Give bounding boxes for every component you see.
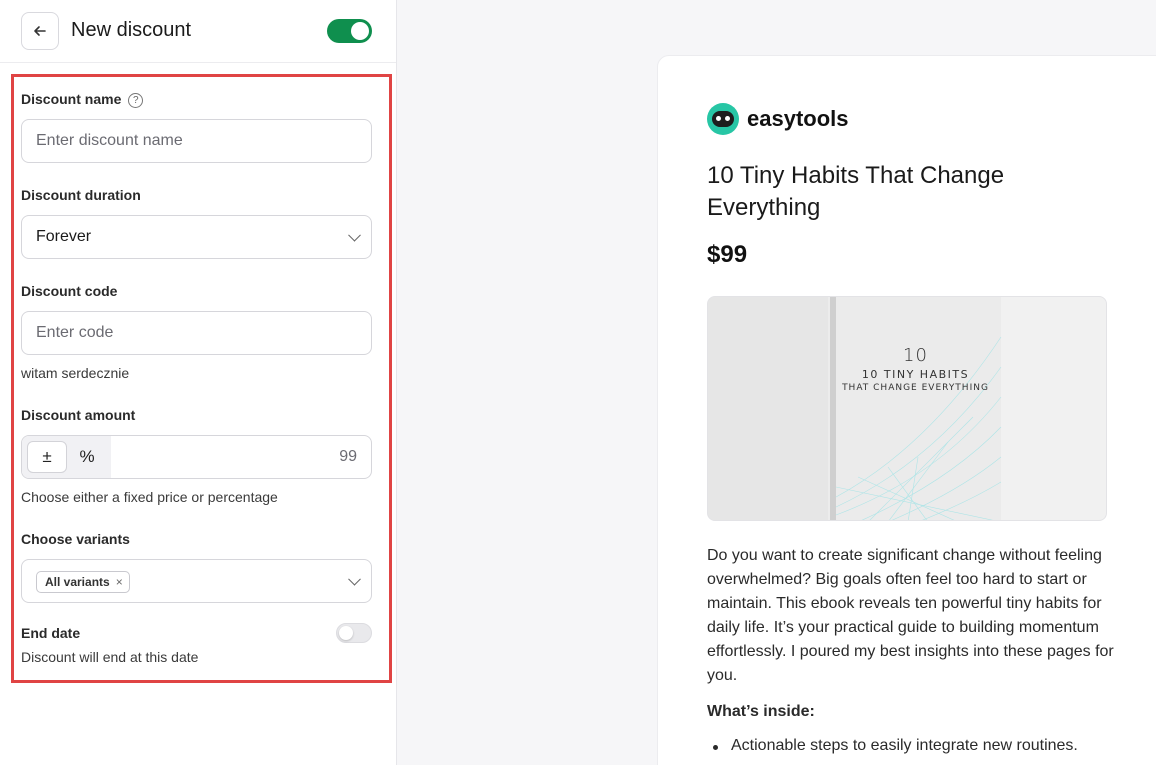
variant-chip-label: All variants (45, 575, 110, 589)
variants-select[interactable]: All variants × (21, 559, 372, 603)
product-description: Do you want to create significant change… (707, 547, 1114, 684)
back-button[interactable] (21, 12, 59, 50)
chevron-down-icon (348, 572, 361, 586)
sloth-logo-icon (707, 103, 739, 135)
variant-chip: All variants × (36, 571, 130, 593)
list-item: Actionable steps to easily integrate new… (713, 737, 1133, 755)
question-circle-icon[interactable]: ? (128, 93, 144, 108)
cover-title-line2: THAT CHANGE EVERYTHING (842, 383, 989, 393)
brand-name: easytools (747, 106, 849, 131)
cover-title-line1: 10 TINY HABITS (861, 368, 970, 381)
variants-label: Choose variants (21, 531, 130, 547)
discount-duration-select[interactable]: Forever (21, 215, 372, 259)
page-title: New discount (71, 19, 192, 41)
end-date-hint: Discount will end at this date (21, 649, 199, 665)
discount-code-input[interactable] (21, 311, 372, 355)
discount-name-input[interactable] (21, 119, 372, 163)
end-date-toggle[interactable] (336, 623, 372, 643)
discount-amount-field: ± % 99 (21, 435, 372, 479)
end-date-label: End date (21, 625, 81, 641)
discount-duration-value: Forever (36, 228, 92, 245)
discount-amount-hint: Choose either a fixed price or percentag… (21, 489, 278, 505)
whats-inside-heading: What’s inside: (707, 703, 815, 720)
discount-editor-panel: New discount Discount name ? Discount du… (0, 0, 397, 765)
discount-duration-label: Discount duration (21, 187, 141, 203)
discount-code-hint: witam serdecznie (21, 365, 130, 381)
discount-amount-input[interactable]: 99 (339, 448, 357, 466)
chevron-down-icon (348, 228, 361, 242)
product-price: $99 (707, 241, 748, 268)
list-item-text: Actionable steps to easily integrate new… (731, 737, 1078, 754)
product-cover-image: 10 10 TINY HABITS THAT CHANGE EVERYTHING (707, 296, 1107, 521)
discount-active-toggle[interactable] (327, 19, 372, 43)
discount-amount-label: Discount amount (21, 407, 136, 423)
arrow-left-icon (34, 26, 46, 36)
discount-code-label: Discount code (21, 283, 118, 299)
close-icon[interactable]: × (116, 575, 123, 589)
amount-type-switch: ± % (22, 436, 111, 478)
discount-name-label-text: Discount name (21, 91, 122, 107)
panel-header: New discount (0, 0, 396, 63)
cover-text: 10 10 TINY HABITS THAT CHANGE EVERYTHING (823, 345, 1008, 393)
toggle-knob (339, 626, 353, 640)
fixed-amount-button[interactable]: ± (27, 441, 67, 473)
discount-name-label: Discount name ? (21, 91, 144, 108)
brand: easytools (707, 103, 849, 135)
product-title: 10 Tiny Habits That Change Everything (707, 162, 1005, 221)
book-mockup-graphic (708, 297, 1106, 520)
toggle-knob (351, 22, 369, 40)
cover-number: 10 (903, 345, 928, 366)
percentage-button[interactable]: % (67, 441, 107, 473)
